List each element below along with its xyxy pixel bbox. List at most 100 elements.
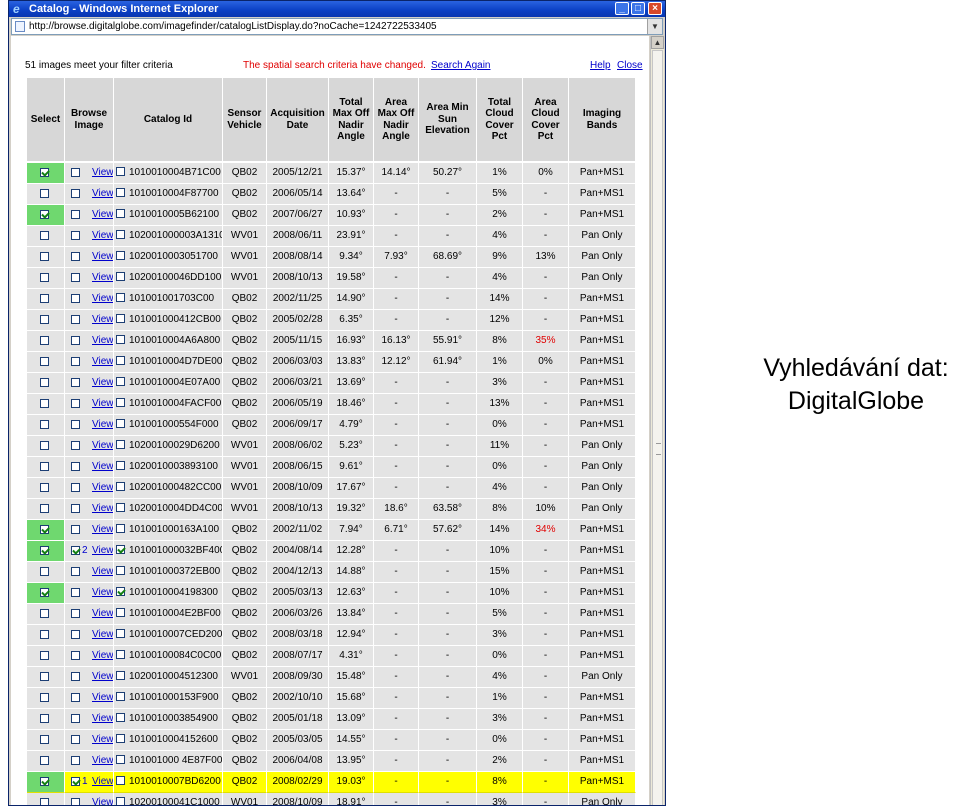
catalog-checkbox[interactable] (116, 187, 125, 197)
browse-checkbox[interactable] (71, 273, 80, 282)
table-row[interactable]: View 1010010004198300 QB02 2005/03/13 12.63°… (27, 583, 636, 604)
view-link[interactable]: View (92, 772, 113, 792)
table-row[interactable]: View 101001000153F900 QB02 2002/10/10 15.68°… (27, 688, 636, 709)
catalog-checkbox[interactable] (116, 376, 125, 386)
select-checkbox[interactable] (40, 483, 49, 492)
browse-checkbox[interactable] (71, 357, 80, 366)
view-link[interactable]: View (92, 352, 113, 372)
catalog-checkbox[interactable] (116, 523, 125, 533)
table-row[interactable]: View 1010010004F87700 QB02 2006/05/14 13.64°… (27, 184, 636, 205)
browse-checkbox[interactable] (71, 693, 80, 702)
select-checkbox[interactable] (40, 525, 49, 534)
select-checkbox[interactable] (40, 777, 49, 786)
view-link[interactable]: View (92, 751, 113, 771)
select-checkbox[interactable] (40, 756, 49, 765)
catalog-checkbox[interactable] (116, 565, 125, 575)
table-row[interactable]: View 1010010004E07A00 QB02 2006/03/21 13.69°… (27, 373, 636, 394)
table-row[interactable]: View 10100100084C0C00 QB02 2008/07/17 4.31° -… (27, 646, 636, 667)
browse-checkbox[interactable] (71, 609, 80, 618)
scroll-up-button[interactable]: ▲ (651, 36, 664, 49)
table-row[interactable]: View 101001000372EB00 QB02 2004/12/13 14.88°… (27, 562, 636, 583)
browse-checkbox[interactable] (71, 378, 80, 387)
view-link[interactable]: View (92, 541, 113, 561)
catalog-checkbox[interactable] (116, 271, 125, 281)
browse-checkbox[interactable] (71, 189, 80, 198)
browse-checkbox[interactable] (71, 336, 80, 345)
table-row[interactable]: 1 View 1010010007BD6200 QB02 2008/02/29 19.03… (27, 772, 636, 793)
view-link[interactable]: View (92, 226, 113, 246)
browse-checkbox[interactable] (71, 315, 80, 324)
catalog-checkbox[interactable] (116, 775, 125, 785)
view-link[interactable]: View (92, 415, 113, 435)
view-link[interactable]: View (92, 163, 113, 183)
catalog-checkbox[interactable] (116, 250, 125, 260)
catalog-checkbox[interactable] (116, 733, 125, 743)
view-link[interactable]: View (92, 688, 113, 708)
catalog-checkbox[interactable] (116, 712, 125, 722)
browse-checkbox[interactable] (71, 651, 80, 660)
select-checkbox[interactable] (40, 357, 49, 366)
browse-checkbox[interactable] (71, 672, 80, 681)
address-url[interactable]: http://browse.digitalglobe.com/imagefind… (29, 19, 437, 34)
address-bar[interactable]: http://browse.digitalglobe.com/imagefind… (11, 18, 663, 35)
catalog-checkbox[interactable] (116, 418, 125, 428)
browse-checkbox[interactable] (71, 420, 80, 429)
view-link[interactable]: View (92, 478, 113, 498)
select-checkbox[interactable] (40, 294, 49, 303)
table-row[interactable]: View 101001000412CB00 QB02 2005/02/28 6.35° -… (27, 310, 636, 331)
table-row[interactable]: View 10200100046DD100 WV01 2008/10/13 19.58°… (27, 268, 636, 289)
select-checkbox[interactable] (40, 189, 49, 198)
view-link[interactable]: View (92, 247, 113, 267)
catalog-checkbox[interactable] (116, 754, 125, 764)
catalog-checkbox[interactable] (116, 607, 125, 617)
table-row[interactable]: View 1010010004D7DE00 QB02 2006/03/03 13.83°… (27, 352, 636, 373)
select-checkbox[interactable] (40, 252, 49, 261)
browse-checkbox[interactable] (71, 483, 80, 492)
table-row[interactable]: View 101001001703C00 QB02 2002/11/25 14.90° -… (27, 289, 636, 310)
browse-checkbox[interactable] (71, 714, 80, 723)
table-row[interactable]: View 1010010005B62100 QB02 2007/06/27 10.93°… (27, 205, 636, 226)
table-row[interactable]: View 1010010007CED200 QB02 2008/03/18 12.94°… (27, 625, 636, 646)
table-row[interactable]: View 10200100029D6200 WV01 2008/06/02 5.23° -… (27, 436, 636, 457)
catalog-checkbox[interactable] (116, 502, 125, 512)
table-row[interactable]: View 1020010004DD4C00 WV01 2008/10/13 19.32°… (27, 499, 636, 520)
select-checkbox[interactable] (40, 588, 49, 597)
catalog-checkbox[interactable] (116, 292, 125, 302)
select-checkbox[interactable] (40, 567, 49, 576)
select-checkbox[interactable] (40, 210, 49, 219)
browse-checkbox[interactable] (71, 441, 80, 450)
catalog-checkbox[interactable] (116, 586, 125, 596)
select-checkbox[interactable] (40, 378, 49, 387)
select-checkbox[interactable] (40, 798, 49, 805)
browse-checkbox[interactable] (71, 462, 80, 471)
catalog-checkbox[interactable] (116, 439, 125, 449)
catalog-checkbox[interactable] (116, 355, 125, 365)
view-link[interactable]: View (92, 562, 113, 582)
view-link[interactable]: View (92, 205, 113, 225)
select-checkbox[interactable] (40, 315, 49, 324)
catalog-checkbox[interactable] (116, 481, 125, 491)
select-checkbox[interactable] (40, 231, 49, 240)
view-link[interactable]: View (92, 667, 113, 687)
browse-checkbox[interactable] (71, 756, 80, 765)
select-checkbox[interactable] (40, 693, 49, 702)
catalog-checkbox[interactable] (116, 313, 125, 323)
view-link[interactable]: View (92, 625, 113, 645)
browse-checkbox[interactable] (71, 735, 80, 744)
search-again-link[interactable]: Search Again (431, 60, 491, 71)
select-checkbox[interactable] (40, 273, 49, 282)
catalog-checkbox[interactable] (116, 166, 125, 176)
table-row[interactable]: View 1020010004512300 WV01 2008/09/30 15.48°… (27, 667, 636, 688)
view-link[interactable]: View (92, 604, 113, 624)
select-checkbox[interactable] (40, 504, 49, 513)
table-row[interactable]: View 1020010003051700 WV01 2008/08/14 9.34° 7… (27, 247, 636, 268)
table-row[interactable]: View 102001000003A13100 WV01 2008/06/11 23.9… (27, 226, 636, 247)
catalog-checkbox[interactable] (116, 628, 125, 638)
browse-checkbox[interactable] (71, 777, 80, 786)
table-row[interactable]: View 10200100041C1000 WV01 2008/10/09 18.91°… (27, 793, 636, 805)
view-link[interactable]: View (92, 646, 113, 666)
browse-checkbox[interactable] (71, 588, 80, 597)
select-checkbox[interactable] (40, 441, 49, 450)
vertical-scrollbar[interactable]: ▲ (650, 36, 664, 805)
select-checkbox[interactable] (40, 609, 49, 618)
